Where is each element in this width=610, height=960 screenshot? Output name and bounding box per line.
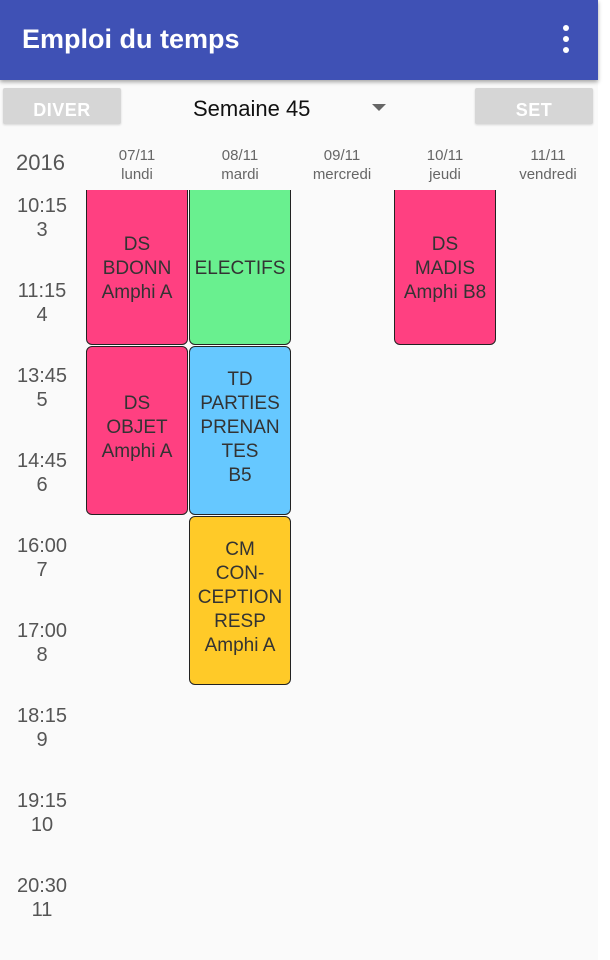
dropdown-arrow-icon bbox=[372, 104, 386, 111]
time-slot-label: 18:15 9 bbox=[10, 704, 74, 752]
year-label: 2016 bbox=[16, 150, 65, 175]
day-header-mercredi: 09/11 mercredi bbox=[292, 146, 392, 184]
slot-time: 18:15 bbox=[16, 705, 68, 727]
event-text-line: CON- bbox=[215, 562, 265, 584]
slot-time: 17:00 bbox=[16, 620, 68, 642]
event-text-line: Amphi A bbox=[101, 281, 173, 303]
day-header-jeudi: 10/11 jeudi bbox=[395, 146, 495, 184]
time-slot-label: 13:45 5 bbox=[10, 364, 74, 412]
slot-time: 14:45 bbox=[16, 450, 68, 472]
slot-time: 19:15 bbox=[16, 790, 68, 812]
day-date: 10/11 bbox=[426, 147, 464, 164]
slot-time: 20:30 bbox=[16, 875, 68, 897]
day-header-lundi: 07/11 lundi bbox=[87, 146, 187, 184]
app-bar: Emploi du temps bbox=[0, 0, 598, 80]
time-slot-label: 14:45 6 bbox=[10, 449, 74, 497]
next-week-button[interactable]: SET bbox=[475, 88, 593, 124]
event-text-line: CM bbox=[225, 538, 255, 560]
day-name: mercredi bbox=[312, 166, 372, 183]
event-text-line: PARTIES bbox=[200, 392, 280, 414]
course-event[interactable]: DS BDONN Amphi A bbox=[86, 190, 188, 345]
day-header-vendredi: 11/11 vendredi bbox=[498, 146, 598, 184]
slot-time: 16:00 bbox=[16, 535, 68, 557]
event-text-line: Amphi B8 bbox=[403, 281, 487, 303]
more-vert-icon[interactable] bbox=[552, 24, 580, 56]
slot-number: 9 bbox=[36, 729, 48, 751]
slot-time: 11:15 bbox=[17, 280, 67, 302]
event-text-line: Amphi A bbox=[101, 440, 173, 462]
day-date: 07/11 bbox=[118, 147, 156, 164]
day-name: lundi bbox=[121, 166, 153, 183]
week-label: Semaine 45 bbox=[193, 96, 311, 121]
event-text-line: MADIS bbox=[414, 257, 476, 279]
slot-number: 5 bbox=[36, 389, 48, 411]
app-title: Emploi du temps bbox=[22, 24, 240, 54]
time-slot-label: 19:15 10 bbox=[10, 789, 74, 837]
day-name: jeudi bbox=[429, 166, 461, 183]
time-slot-label: 20:30 11 bbox=[10, 874, 74, 922]
slot-number: 4 bbox=[36, 304, 48, 326]
course-event[interactable]: DS MADIS Amphi B8 bbox=[394, 190, 496, 345]
course-event[interactable]: ELECTIFS bbox=[189, 190, 291, 345]
event-text-line: TD bbox=[227, 368, 253, 390]
event-text-line: DS bbox=[123, 392, 151, 414]
slot-number: 10 bbox=[30, 814, 54, 836]
event-text-line: DS bbox=[431, 233, 459, 255]
event-text-line: B5 bbox=[228, 464, 252, 486]
timetable-grid[interactable]: 10:15 3 11:15 4 13:45 5 14:45 6 16:00 7 17:00 8 18:1… bbox=[0, 190, 598, 960]
time-slot-label: 17:00 8 bbox=[10, 619, 74, 667]
event-text-line: Amphi A bbox=[204, 634, 276, 656]
day-date: 09/11 bbox=[323, 147, 361, 164]
course-event[interactable]: DS OBJET Amphi A bbox=[86, 346, 188, 515]
event-text-line: ELECTIFS bbox=[194, 257, 286, 279]
slot-time: 10:15 bbox=[16, 195, 68, 217]
event-text-line: BDONN bbox=[102, 257, 172, 279]
slot-time: 13:45 bbox=[16, 365, 68, 387]
event-text-line: RESP bbox=[214, 610, 266, 632]
event-text-line: CEPTION bbox=[197, 586, 283, 608]
previous-week-button[interactable]: DIVER bbox=[3, 88, 121, 124]
course-event[interactable]: CM CON- CEPTION RESP Amphi A bbox=[189, 516, 291, 685]
day-date: 11/11 bbox=[530, 147, 566, 164]
slot-number: 3 bbox=[36, 219, 48, 241]
slot-number: 7 bbox=[36, 559, 48, 581]
day-header-mardi: 08/11 mardi bbox=[190, 146, 290, 184]
day-name: mardi bbox=[221, 166, 259, 183]
slot-number: 6 bbox=[36, 474, 48, 496]
slot-number: 8 bbox=[36, 644, 48, 666]
time-slot-label: 10:15 3 bbox=[10, 194, 74, 242]
time-slot-label: 11:15 4 bbox=[10, 279, 74, 327]
event-text-line: TES bbox=[221, 440, 259, 462]
event-text-line: DS bbox=[123, 233, 151, 255]
day-date: 08/11 bbox=[221, 147, 259, 164]
event-text-line: PRENAN bbox=[200, 416, 280, 438]
slot-number: 11 bbox=[31, 899, 53, 921]
course-event[interactable]: TD PARTIES PRENAN TES B5 bbox=[189, 346, 291, 515]
day-name: vendredi bbox=[519, 166, 577, 183]
event-text-line: OBJET bbox=[106, 416, 168, 438]
time-slot-label: 16:00 7 bbox=[10, 534, 74, 582]
week-dropdown[interactable]: Semaine 45 bbox=[172, 90, 402, 124]
screen-edge bbox=[598, 0, 610, 960]
